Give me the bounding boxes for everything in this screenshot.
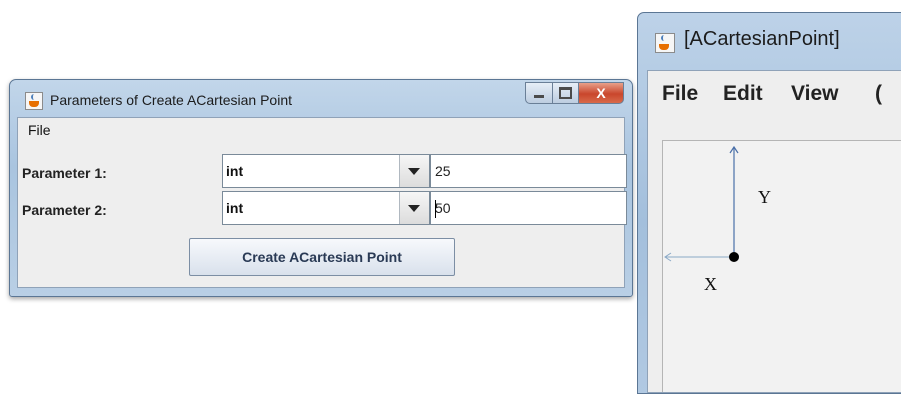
- menu-file[interactable]: File: [662, 82, 698, 106]
- cartesian-axes: [664, 145, 739, 262]
- y-axis-label: Y: [758, 187, 771, 207]
- dialog-content: File Parameter 1: int 25 Parameter 2: in…: [17, 117, 627, 288]
- close-button[interactable]: X: [579, 82, 624, 104]
- parameter-1-type-value: int: [226, 163, 244, 179]
- menu-view[interactable]: View: [791, 82, 838, 106]
- dropdown-arrow-icon[interactable]: [399, 192, 429, 224]
- parameter-1-value: 25: [435, 163, 451, 179]
- parameter-2-type-select[interactable]: int: [222, 191, 430, 225]
- menu-file[interactable]: File: [28, 122, 51, 138]
- dialog-menubar: File: [18, 118, 624, 142]
- dialog-title: Parameters of Create ACartesian Point: [50, 92, 293, 108]
- maximize-icon: [559, 87, 572, 99]
- window2-title: [ACartesianPoint]: [684, 28, 840, 50]
- text-caret: [435, 200, 436, 218]
- window2-content: File Edit View ( Y X: [647, 70, 901, 393]
- dropdown-arrow-icon[interactable]: [399, 155, 429, 187]
- menu-partial[interactable]: (: [875, 82, 882, 106]
- close-icon: X: [596, 85, 606, 101]
- parameter-2-label: Parameter 2:: [22, 202, 107, 218]
- minimize-icon: [534, 94, 544, 98]
- parameter-1-type-select[interactable]: int: [222, 154, 430, 188]
- parameters-dialog: Parameters of Create ACartesian Point X …: [9, 79, 633, 297]
- cartesian-point[interactable]: [729, 252, 739, 262]
- java-icon: [25, 92, 43, 110]
- java-icon: [655, 33, 675, 53]
- drawing-canvas[interactable]: Y X: [662, 140, 901, 392]
- parameter-2-type-value: int: [226, 200, 244, 216]
- x-axis-label: X: [704, 274, 717, 294]
- menu-edit[interactable]: Edit: [723, 82, 763, 106]
- create-acartesian-point-button[interactable]: Create ACartesian Point: [189, 238, 455, 276]
- parameter-1-value-input[interactable]: 25: [430, 154, 627, 188]
- window-controls: X: [525, 82, 624, 104]
- maximize-button[interactable]: [553, 82, 579, 104]
- cartesian-point-window: [ACartesianPoint] File Edit View ( Y X: [637, 12, 901, 394]
- dialog-title-bar[interactable]: Parameters of Create ACartesian Point X: [10, 80, 632, 116]
- parameter-1-label: Parameter 1:: [22, 165, 107, 181]
- minimize-button[interactable]: [525, 82, 553, 104]
- parameter-2-value: 50: [435, 200, 451, 216]
- parameter-2-value-input[interactable]: 50: [430, 191, 627, 225]
